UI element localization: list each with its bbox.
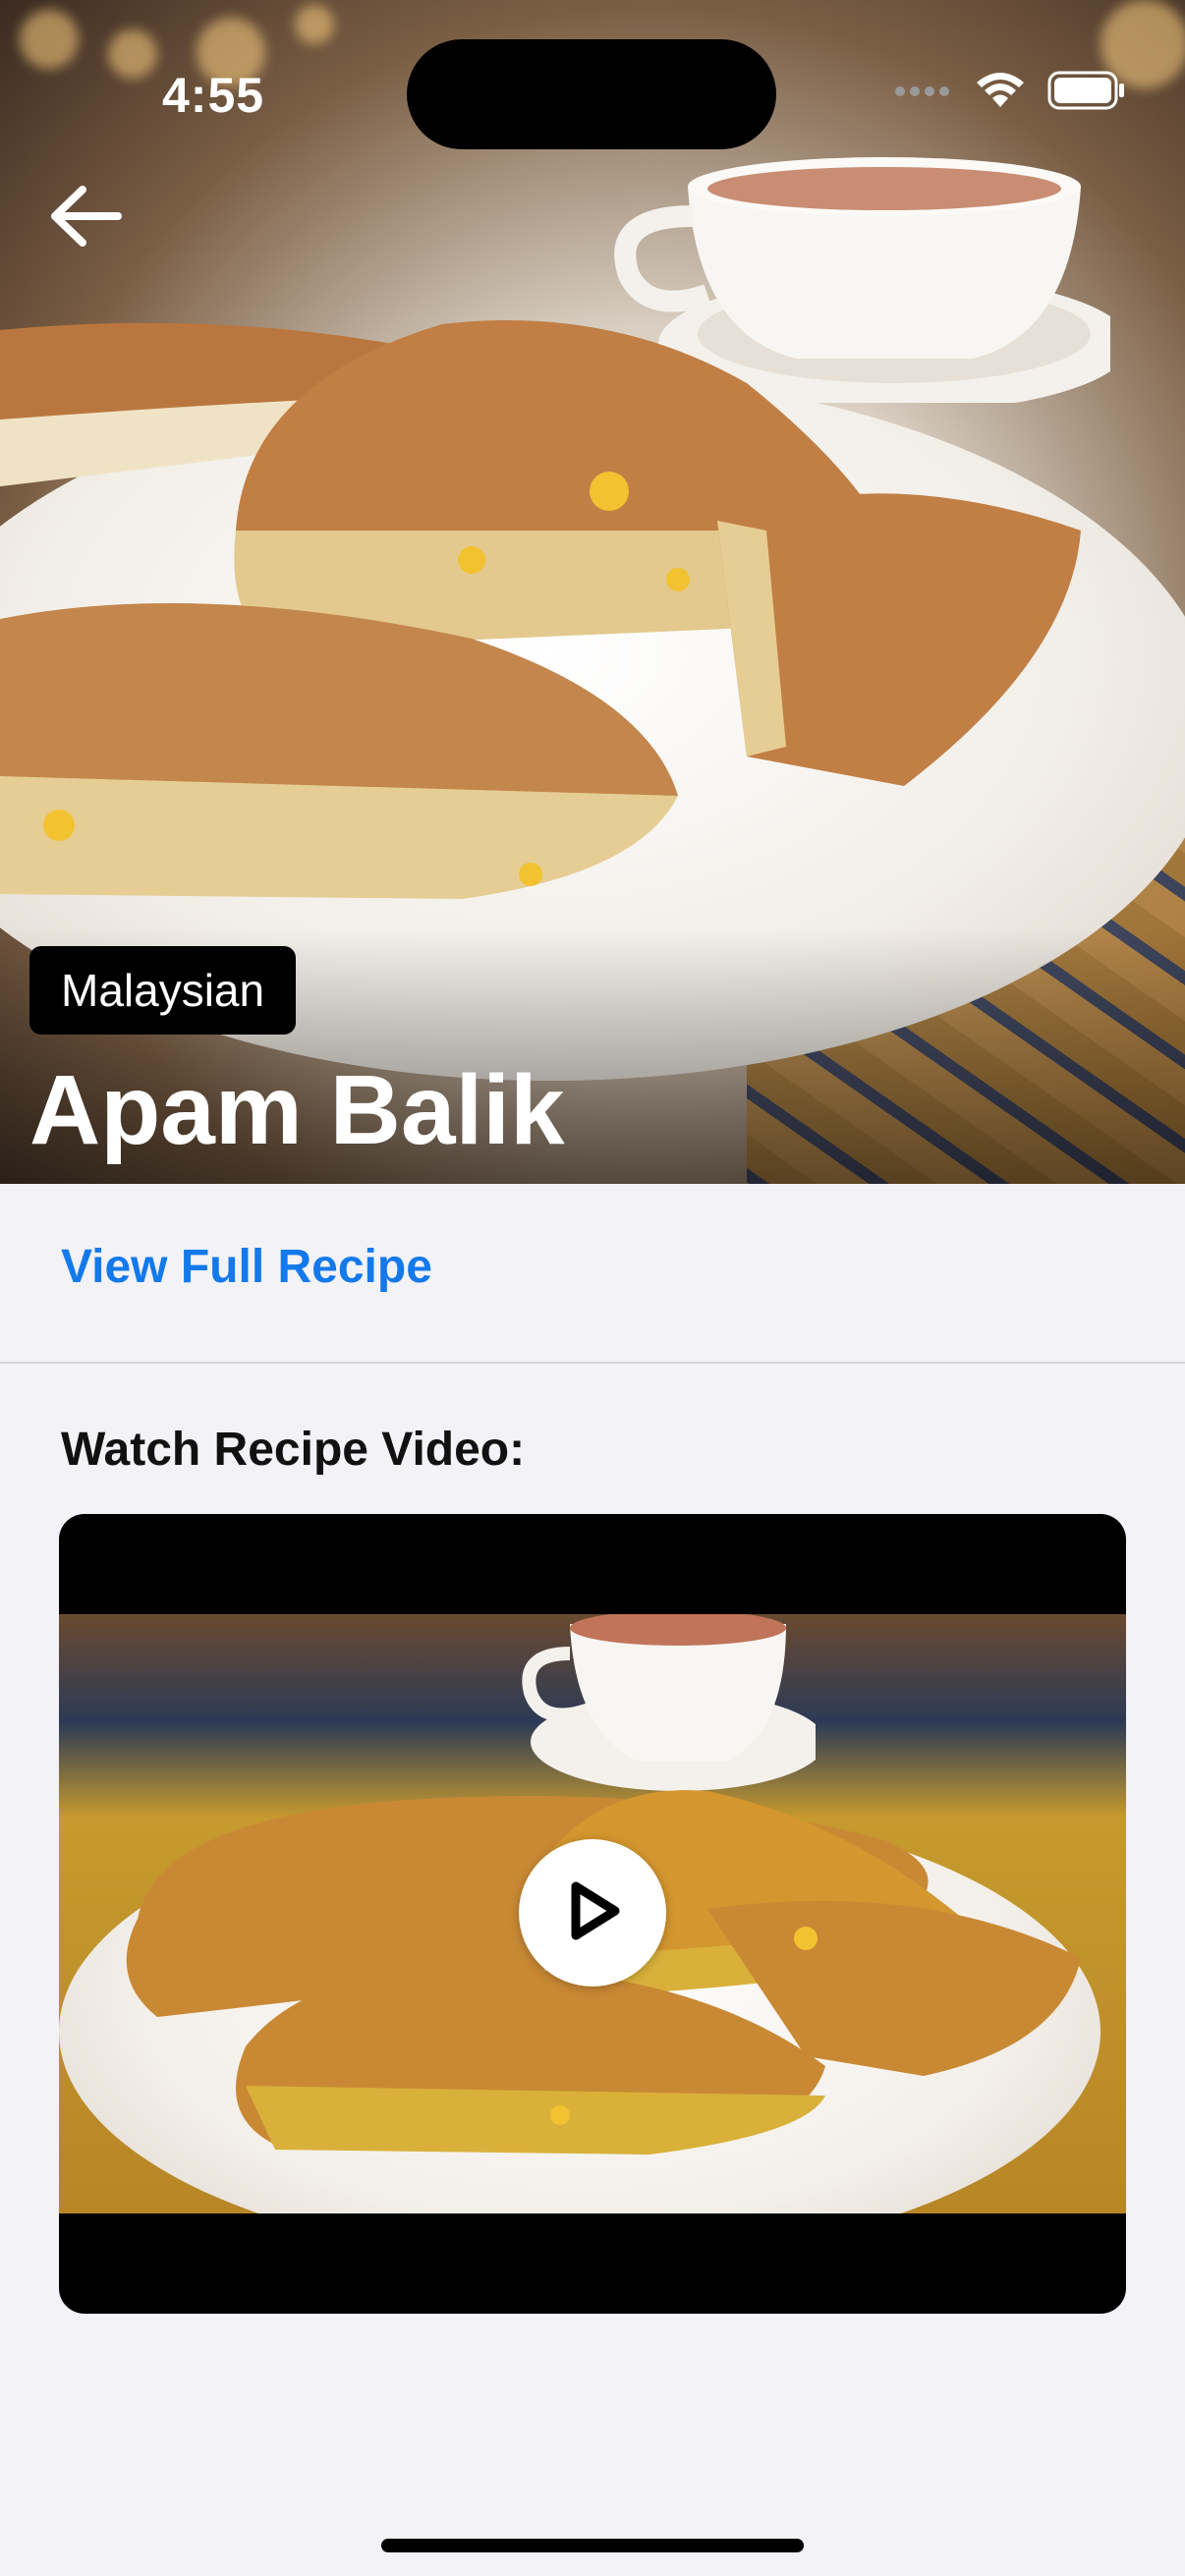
cuisine-tag: Malaysian bbox=[29, 946, 297, 1035]
section-divider bbox=[0, 1362, 1185, 1364]
play-icon bbox=[558, 1876, 627, 1950]
play-button[interactable] bbox=[519, 1839, 666, 1987]
recipe-video-player[interactable] bbox=[59, 1514, 1126, 2314]
video-thumbnail bbox=[59, 1614, 1126, 2213]
recipe-title: Apam Balik bbox=[29, 1055, 565, 1165]
dynamic-island bbox=[407, 39, 776, 149]
back-button[interactable] bbox=[37, 179, 132, 257]
signal-dots-icon bbox=[894, 84, 953, 102]
view-full-recipe-link[interactable]: View Full Recipe bbox=[61, 1240, 432, 1294]
battery-icon bbox=[1047, 71, 1126, 115]
wifi-icon bbox=[975, 72, 1026, 114]
home-indicator bbox=[381, 2539, 804, 2552]
status-time: 4:55 bbox=[162, 68, 265, 123]
video-section-label: Watch Recipe Video: bbox=[61, 1424, 526, 1476]
status-icons bbox=[894, 71, 1126, 115]
arrow-left-icon bbox=[45, 182, 124, 255]
